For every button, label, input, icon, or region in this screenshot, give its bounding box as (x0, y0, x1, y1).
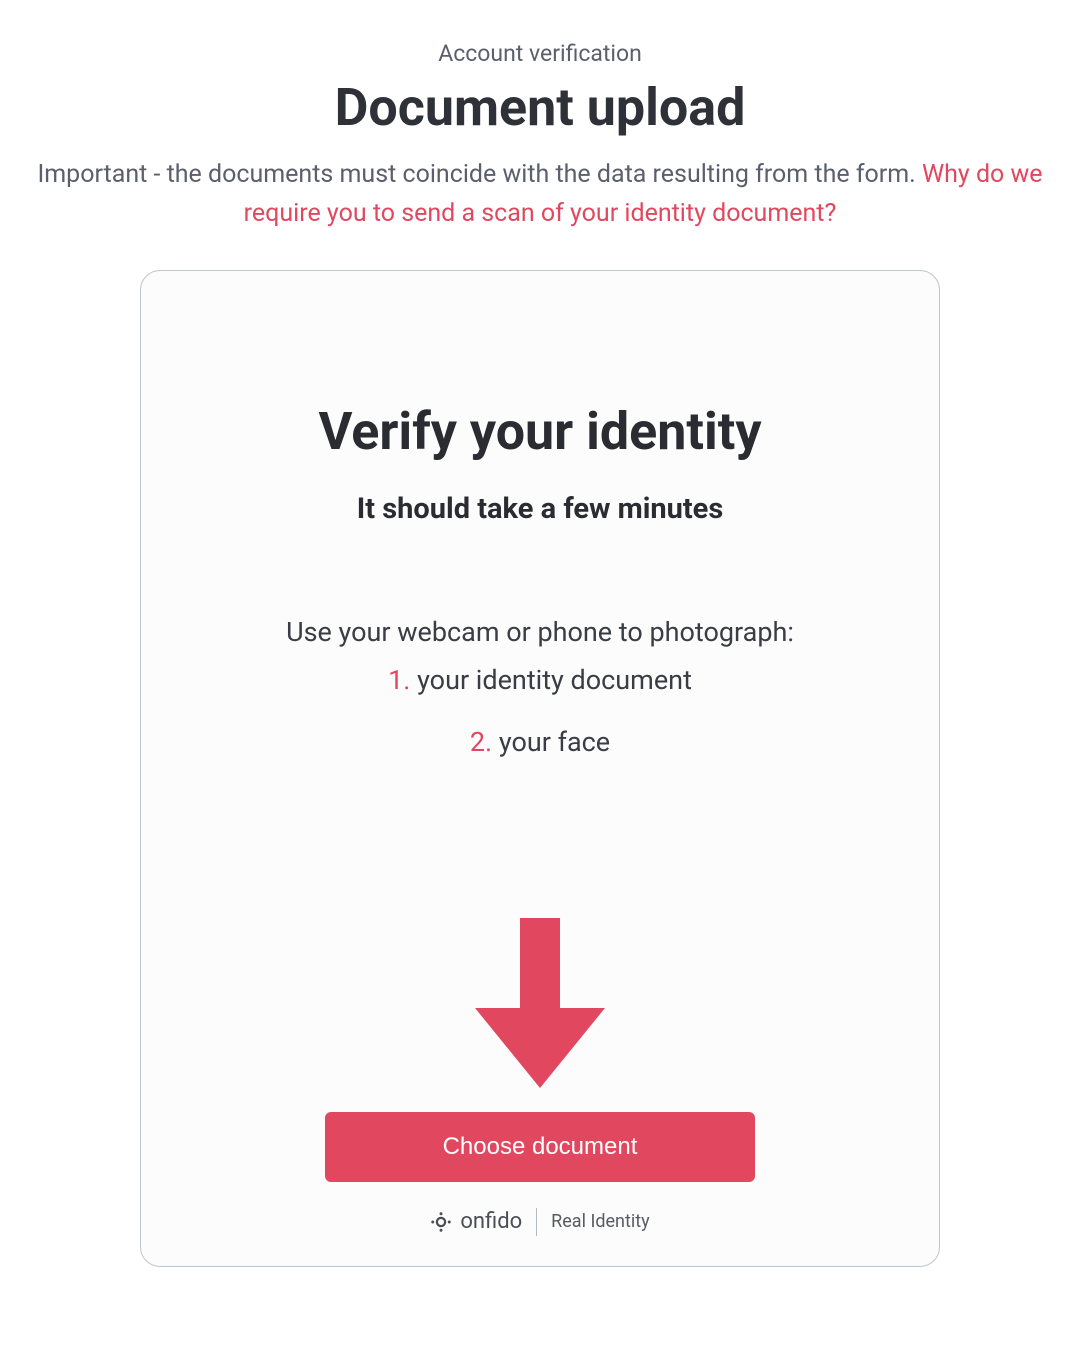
step-2-text: your face (492, 726, 610, 758)
brand-name: onfido (460, 1209, 522, 1234)
instruction-step-1: 1. your identity document (191, 664, 889, 696)
verify-identity-card: Verify your identity It should take a fe… (140, 270, 940, 1267)
important-note: Important - the documents must coincide … (20, 156, 1060, 234)
instructions-lead: Use your webcam or phone to photograph: (191, 616, 889, 648)
step-2-number: 2. (470, 726, 492, 758)
eyebrow-text: Account verification (20, 40, 1060, 67)
card-title: Verify your identity (191, 401, 889, 462)
footer-brand: onfido Real Identity (191, 1208, 889, 1236)
step-1-text: your identity document (410, 664, 692, 696)
choose-document-button[interactable]: Choose document (325, 1112, 755, 1182)
brand-divider (536, 1208, 537, 1236)
instruction-step-2: 2. your face (191, 726, 889, 758)
step-1-number: 1. (388, 664, 410, 696)
arrow-down-icon (191, 918, 889, 1092)
important-note-text: Important - the documents must coincide … (37, 160, 922, 189)
onfido-logo-icon (430, 1211, 452, 1233)
page-title: Document upload (20, 77, 1060, 138)
brand-tagline: Real Identity (551, 1211, 649, 1232)
card-subtitle: It should take a few minutes (191, 492, 889, 526)
